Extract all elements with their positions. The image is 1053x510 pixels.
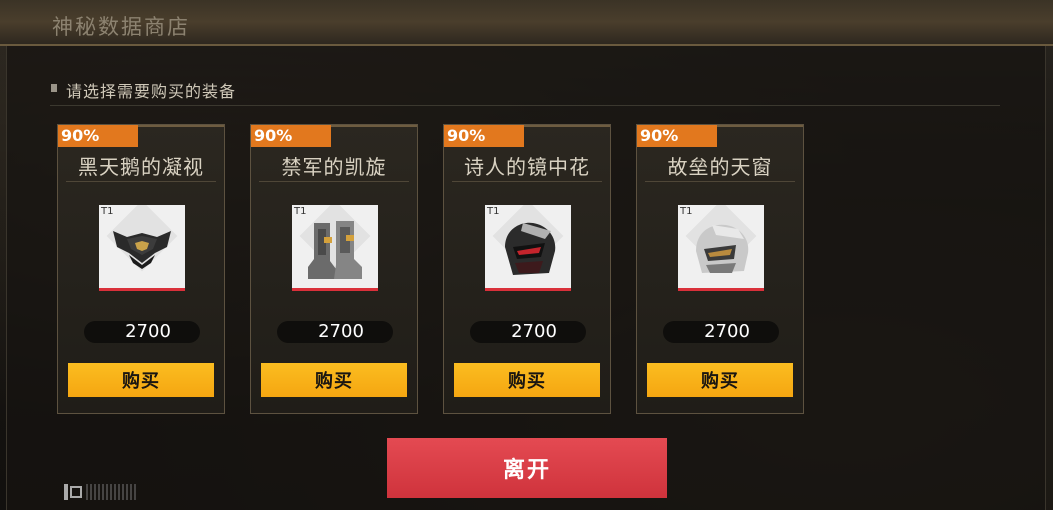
- item-name: 黑天鹅的凝视: [78, 155, 204, 179]
- item-thumbnail[interactable]: T1: [292, 205, 378, 291]
- buy-button[interactable]: 购买: [68, 363, 214, 397]
- price-value: 2700: [125, 321, 171, 342]
- page-title: 神秘数据商店: [52, 15, 190, 39]
- item-thumbnail[interactable]: T1: [99, 205, 185, 291]
- bullet-icon: [51, 84, 57, 92]
- price-value: 2700: [704, 321, 750, 342]
- tier-label: T1: [101, 206, 114, 217]
- discount-badge: 90%: [58, 125, 138, 147]
- section-header: 请选择需要购买的装备: [50, 78, 1000, 106]
- logo-bar: [64, 484, 68, 500]
- item-card[interactable]: 90% 诗人的镜中花 T1 2700 购买: [443, 124, 611, 414]
- tier-label: T1: [294, 206, 307, 217]
- item-thumbnail[interactable]: T1: [678, 205, 764, 291]
- item-name: 诗人的镜中花: [464, 155, 590, 179]
- item-card[interactable]: 90% 故垒的天窗 T1 2700 购买: [636, 124, 804, 414]
- price-value: 2700: [511, 321, 557, 342]
- helmet-black-icon: [113, 231, 171, 269]
- price-value: 2700: [318, 321, 364, 342]
- logo-text: [86, 484, 136, 500]
- logo-box: [70, 486, 82, 498]
- buy-button[interactable]: 购买: [454, 363, 600, 397]
- item-card[interactable]: 90% 禁军的凯旋 T1 2700 购买: [250, 124, 418, 414]
- studio-logo: [64, 484, 136, 500]
- divider: [66, 181, 216, 182]
- tier-label: T1: [487, 206, 500, 217]
- discount-badge: 90%: [444, 125, 524, 147]
- discount-badge: 90%: [251, 125, 331, 147]
- buy-button[interactable]: 购买: [261, 363, 407, 397]
- leave-button[interactable]: 离开: [387, 438, 667, 498]
- card-top-line: [331, 125, 417, 147]
- item-name: 故垒的天窗: [667, 155, 773, 179]
- card-top-line: [138, 125, 224, 147]
- helmet-white-icon: [696, 224, 749, 273]
- boots-grey-icon: [308, 221, 362, 279]
- divider: [645, 181, 795, 182]
- item-thumbnail[interactable]: T1: [485, 205, 571, 291]
- discount-badge: 90%: [637, 125, 717, 147]
- card-top-line: [524, 125, 610, 147]
- helmet-red-visor-icon: [505, 222, 556, 275]
- item-name: 禁军的凯旋: [281, 155, 387, 179]
- card-top-line: [717, 125, 803, 147]
- divider: [452, 181, 602, 182]
- section-label: 请选择需要购买的装备: [66, 82, 237, 101]
- tier-label: T1: [680, 206, 693, 217]
- divider: [259, 181, 409, 182]
- buy-button[interactable]: 购买: [647, 363, 793, 397]
- item-card[interactable]: 90% 黑天鹅的凝视 T1 2700 购买: [57, 124, 225, 414]
- title-bar: 神秘数据商店: [0, 0, 1053, 46]
